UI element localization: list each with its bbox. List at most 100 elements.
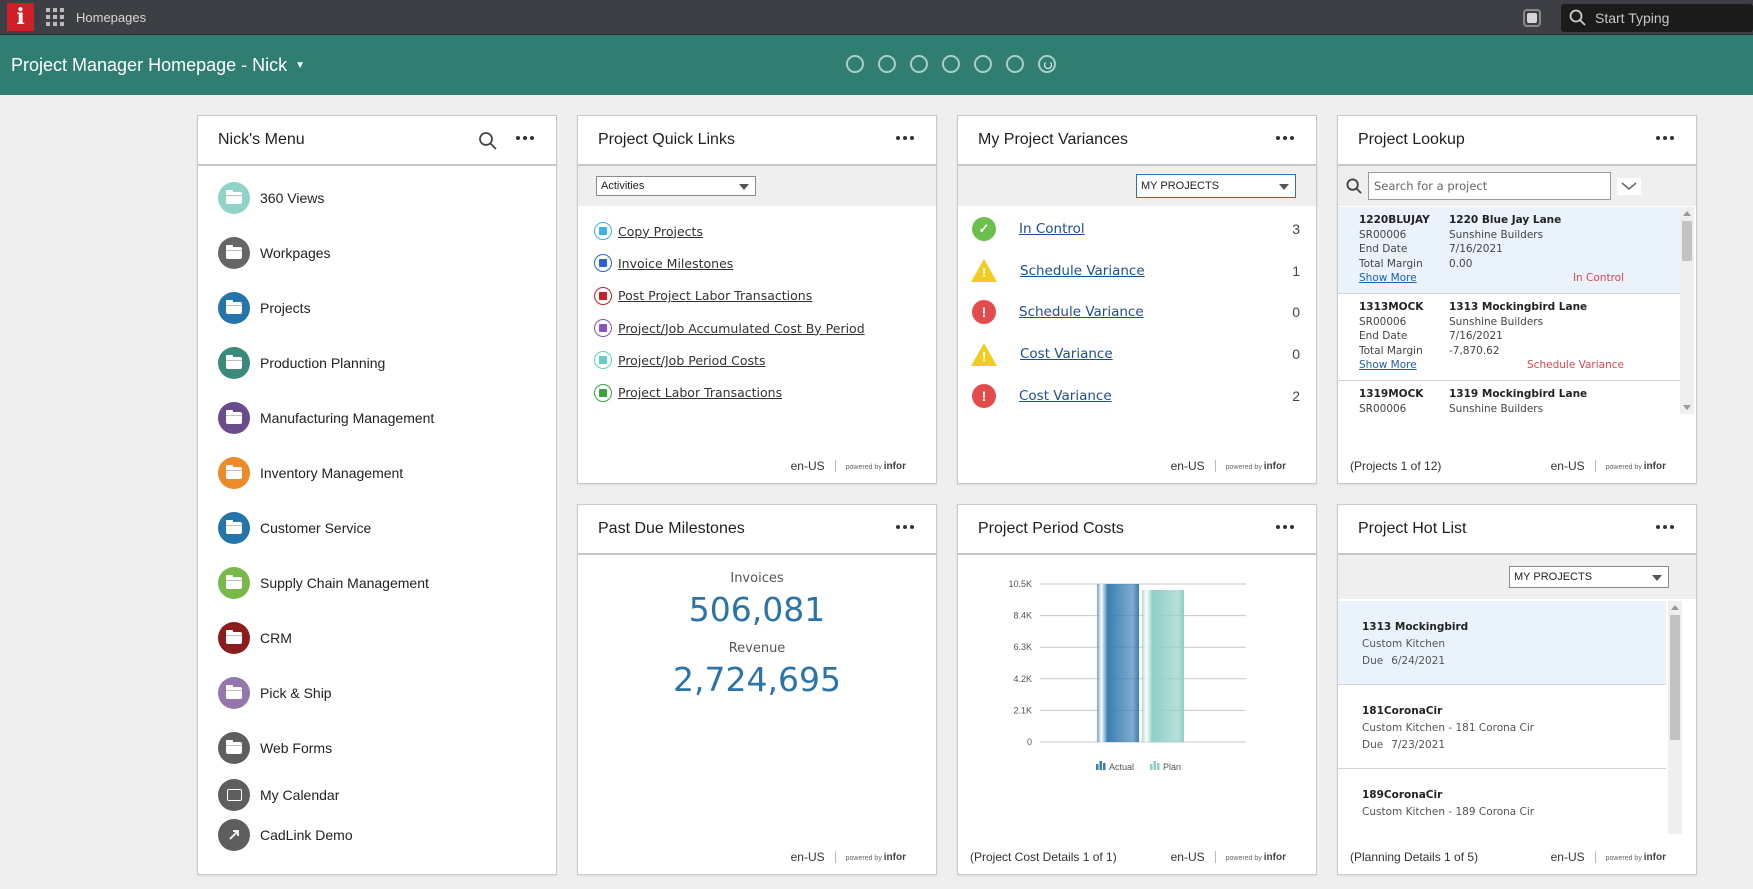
hot-list-item[interactable]: 1313 Mockingbird Custom Kitchen Due 6/24/20… — [1338, 601, 1666, 685]
calendar-icon — [218, 779, 250, 811]
project-list-item[interactable]: 1319MOCK 1319 Mockingbird Lane SR00006 Suns… — [1338, 381, 1680, 414]
quick-link[interactable]: Copy Projects — [618, 224, 703, 239]
bar-plan[interactable] — [1142, 590, 1184, 742]
page-dot[interactable] — [846, 55, 864, 73]
more-options-icon[interactable] — [516, 136, 534, 140]
project-code: 1313MOCK — [1359, 301, 1424, 314]
page-dot[interactable] — [1038, 55, 1056, 73]
page-title[interactable]: Project Manager Homepage - Nick — [11, 55, 287, 76]
quick-link-icon — [594, 351, 612, 370]
widget-title: Project Quick Links — [598, 131, 735, 148]
chevron-down-icon[interactable] — [1617, 177, 1641, 195]
variance-link[interactable]: Schedule Variance — [1020, 263, 1145, 279]
menu-item-label: Inventory Management — [260, 464, 404, 481]
search-placeholder: Start Typing — [1595, 9, 1670, 26]
more-options-icon[interactable] — [1276, 525, 1294, 529]
menu-item[interactable]: CRM — [198, 610, 556, 665]
more-options-icon[interactable] — [896, 525, 914, 529]
search-icon[interactable] — [478, 131, 498, 151]
show-more-link[interactable]: Show More — [1359, 359, 1417, 371]
quick-link[interactable]: Project/Job Accumulated Cost By Period — [618, 321, 865, 336]
variance-link[interactable]: Cost Variance — [1020, 346, 1113, 362]
project-list-item[interactable]: 1220BLUJAY 1220 Blue Jay Lane SR00006 Sunsh… — [1338, 207, 1680, 294]
show-more-link[interactable]: Show More — [1359, 272, 1417, 284]
project-status: Schedule Variance — [1527, 359, 1624, 371]
page-dot[interactable] — [1006, 55, 1024, 73]
quick-link-item[interactable]: Project/Job Period Costs — [578, 344, 936, 376]
menu-item-label: My Calendar — [260, 787, 340, 803]
projects-scope-select[interactable]: MY PROJECTS — [1136, 174, 1296, 198]
more-options-icon[interactable] — [896, 136, 914, 140]
menu-item[interactable]: My Calendar — [198, 775, 556, 815]
quick-link-item[interactable]: Invoice Milestones — [578, 247, 936, 279]
variance-row: ! Schedule Variance 1 — [958, 250, 1316, 292]
quick-link-item[interactable]: Post Project Labor Transactions — [578, 280, 936, 312]
project-name: 1319 Mockingbird Lane — [1449, 388, 1588, 401]
hot-list-item[interactable]: 189CoronaCir Custom Kitchen - 189 Corona … — [1338, 769, 1666, 834]
toggle-button[interactable] — [1523, 8, 1541, 27]
bar-actual[interactable] — [1097, 584, 1139, 742]
more-options-icon[interactable] — [1656, 136, 1674, 140]
y-tick-label: 2.1K — [1013, 705, 1032, 715]
page-dot[interactable] — [878, 55, 896, 73]
pagination-label: (Projects 1 of 12) — [1350, 459, 1442, 473]
project-list-item[interactable]: 1313MOCK 1313 Mockingbird Lane SR00006 Suns… — [1338, 294, 1680, 381]
quick-link[interactable]: Project Labor Transactions — [618, 385, 782, 400]
legend-label: Plan — [1163, 762, 1181, 772]
variance-count: 0 — [1292, 346, 1300, 363]
invoices-value[interactable]: 506,081 — [578, 590, 936, 629]
project-code: 1220BLUJAY — [1359, 214, 1430, 227]
powered-by-infor: powered by infor — [1605, 851, 1666, 863]
caret-down-icon[interactable]: ▼ — [295, 60, 305, 71]
global-search-input[interactable]: Start Typing — [1561, 3, 1753, 32]
pagination-label: (Planning Details 1 of 5) — [1350, 850, 1479, 864]
quick-link-item[interactable]: Project Labor Transactions — [578, 376, 936, 408]
menu-item[interactable]: Web Forms — [198, 720, 556, 775]
quick-link-item[interactable]: Copy Projects — [578, 215, 936, 247]
menu-item[interactable]: 360 Views — [198, 170, 556, 225]
search-icon[interactable] — [1346, 177, 1363, 195]
variance-row: ! Cost Variance 2 — [958, 375, 1316, 417]
page-dot[interactable] — [942, 55, 960, 73]
menu-item[interactable]: Manufacturing Management — [198, 390, 556, 445]
quick-link-item[interactable]: Project/Job Accumulated Cost By Period — [578, 312, 936, 344]
warning-triangle-icon: ! — [971, 342, 997, 366]
customer-name: Sunshine Builders — [1449, 315, 1544, 328]
nicks-menu-widget: Nick's Menu 360 Views Workpages Projects Pr… — [197, 115, 557, 875]
quick-link[interactable]: Post Project Labor Transactions — [618, 288, 812, 303]
activities-select[interactable]: Activities — [596, 176, 756, 196]
page-dot[interactable] — [974, 55, 992, 73]
menu-item[interactable]: Inventory Management — [198, 445, 556, 500]
variance-link[interactable]: In Control — [1019, 221, 1085, 237]
scrollbar[interactable] — [1680, 207, 1694, 414]
variance-link[interactable]: Schedule Variance — [1019, 304, 1144, 320]
powered-by-infor: powered by infor — [1605, 460, 1666, 472]
hot-list-item[interactable]: 181CoronaCir Custom Kitchen - 181 Corona … — [1338, 685, 1666, 769]
menu-item[interactable]: Customer Service — [198, 500, 556, 555]
menu-item[interactable]: Projects — [198, 280, 556, 335]
menu-item[interactable]: Supply Chain Management — [198, 555, 556, 610]
projects-scope-select[interactable]: MY PROJECTS — [1509, 566, 1669, 588]
revenue-value[interactable]: 2,724,695 — [578, 660, 936, 699]
revenue-label: Revenue — [728, 641, 786, 656]
more-options-icon[interactable] — [1656, 525, 1674, 529]
app-grid-icon[interactable] — [46, 8, 64, 26]
page-dot[interactable] — [910, 55, 928, 73]
scrollbar[interactable] — [1668, 601, 1682, 834]
menu-item[interactable]: Pick & Ship — [198, 665, 556, 720]
quick-link[interactable]: Invoice Milestones — [618, 256, 733, 271]
variance-count: 0 — [1292, 304, 1300, 321]
homepages-label[interactable]: Homepages — [76, 10, 146, 25]
project-name: 1220 Blue Jay Lane — [1449, 214, 1562, 227]
menu-item[interactable]: Workpages — [198, 225, 556, 280]
menu-item[interactable]: CadLink Demo — [198, 815, 556, 855]
infor-logo[interactable]: i — [7, 3, 34, 31]
quick-link[interactable]: Project/Job Period Costs — [618, 353, 765, 368]
more-options-icon[interactable] — [1276, 136, 1294, 140]
hot-list-desc: Custom Kitchen - 181 Corona Cir — [1362, 722, 1535, 734]
select-value: Activities — [601, 180, 645, 192]
menu-item[interactable]: Production Planning — [198, 335, 556, 390]
variance-link[interactable]: Cost Variance — [1019, 388, 1112, 404]
project-search-input[interactable]: Search for a project — [1368, 172, 1611, 200]
variance-count: 1 — [1292, 262, 1300, 279]
